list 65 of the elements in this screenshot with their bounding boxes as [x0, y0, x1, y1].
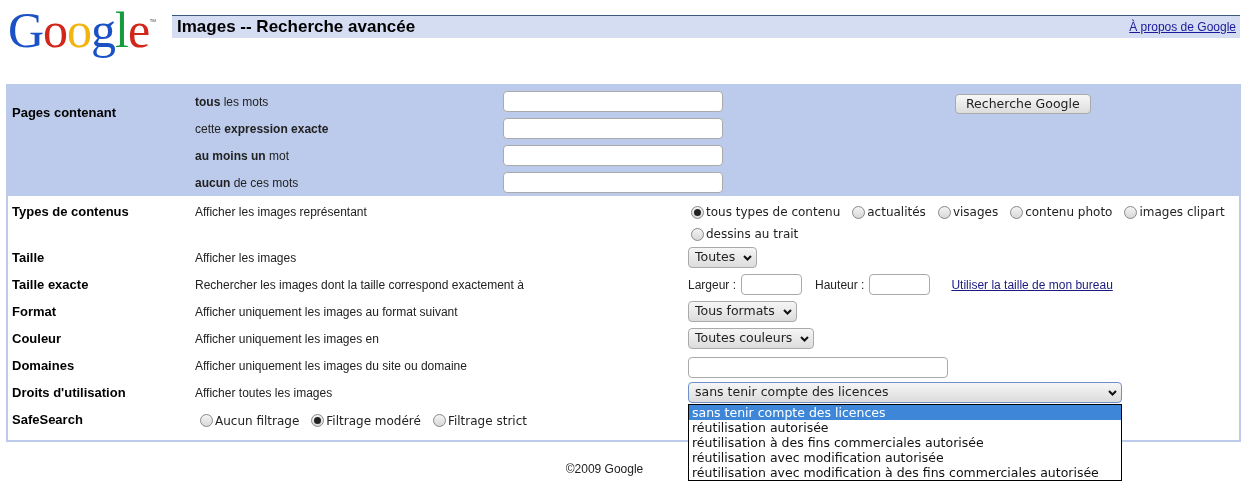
radio-button[interactable]: [937, 205, 951, 219]
radio-option[interactable]: Filtrage modéré: [311, 414, 421, 427]
dropdown-select[interactable]: sans tenir compte des licences: [688, 382, 1122, 403]
chevron-down-icon: [743, 254, 753, 261]
row-label: Couleur: [11, 330, 63, 348]
width-label: Largeur :: [688, 276, 737, 294]
text-field[interactable]: [503, 145, 723, 166]
radio-option[interactable]: dessins au trait: [691, 225, 799, 243]
dropdown-option[interactable]: réutilisation autorisée: [689, 420, 1121, 435]
chevron-down-icon: [1108, 389, 1117, 396]
radio-option[interactable]: tous types de contenu: [691, 203, 841, 221]
text-field[interactable]: [741, 274, 803, 295]
dropdown-option[interactable]: réutilisation avec modification autorisée: [689, 450, 1121, 465]
radio-button[interactable]: [691, 227, 704, 241]
radio-button[interactable]: [311, 414, 325, 427]
radio-button[interactable]: [852, 205, 866, 219]
text-field[interactable]: [688, 356, 948, 378]
row-label: Domaines: [11, 357, 76, 375]
row-label: Droits d'utilisation: [11, 384, 127, 402]
section-label: Pages contenant: [11, 104, 118, 122]
field-label: aucun de ces mots: [195, 174, 300, 192]
row-label: Taille: [11, 249, 46, 267]
text-field[interactable]: [503, 172, 723, 193]
search-button[interactable]: Recherche Google: [955, 94, 1091, 114]
radio-option[interactable]: Filtrage strict: [432, 414, 527, 427]
radio-option[interactable]: visages: [937, 203, 999, 221]
dropdown-option[interactable]: sans tenir compte des licences: [689, 405, 1121, 420]
dropdown-select[interactable]: Toutes couleurs: [688, 328, 815, 349]
row-description: Afficher les images représentant: [195, 204, 368, 221]
row-description: Afficher uniquement les images au format suivant: [195, 304, 459, 321]
radio-button[interactable]: [1124, 205, 1138, 219]
radio-option[interactable]: images clipart: [1124, 203, 1225, 221]
row-description: Afficher uniquement les images en: [195, 331, 380, 348]
field-label: au moins un mot: [195, 147, 290, 165]
text-field[interactable]: [503, 91, 723, 112]
text-field[interactable]: [503, 118, 723, 139]
radio-option[interactable]: Aucun filtrage: [200, 414, 300, 427]
radio-button[interactable]: [432, 414, 446, 427]
row-label: Taille exacte: [11, 276, 90, 294]
copyright-footer: ©2009 Google: [565, 460, 644, 478]
radio-button[interactable]: [691, 205, 704, 219]
row-label: SafeSearch: [11, 411, 84, 429]
chevron-down-icon: [800, 335, 810, 342]
page-title: Images -- Recherche avancée: [177, 16, 416, 39]
text-field[interactable]: [869, 274, 931, 295]
dropdown-option[interactable]: réutilisation à des fins commerciales autorisée: [689, 435, 1121, 450]
dropdown-option[interactable]: réutilisation avec modification à des fins commerciales autorisée: [689, 465, 1121, 480]
about-link[interactable]: À propos de Google: [1129, 18, 1236, 36]
radio-option[interactable]: actualités: [852, 203, 926, 221]
row-description: Afficher les images: [195, 250, 298, 267]
field-label: tous les mots: [195, 93, 270, 111]
radio-button[interactable]: [200, 414, 213, 427]
row-description: Afficher toutes les images: [195, 385, 334, 402]
dropdown-select[interactable]: Tous formats: [688, 301, 797, 322]
radio-button[interactable]: [1010, 205, 1024, 219]
row-label: Types de contenus: [11, 203, 130, 221]
chevron-down-icon: [782, 308, 792, 315]
dropdown-select[interactable]: Toutes: [688, 247, 758, 268]
row-label: Format: [11, 303, 58, 321]
height-label: Hauteur :: [815, 276, 865, 294]
field-label: cette expression exacte: [195, 120, 330, 138]
desktop-size-link[interactable]: Utiliser la taille de mon bureau: [951, 275, 1113, 294]
row-description: Afficher uniquement les images du site ou domaine: [195, 358, 468, 375]
row-description: Rechercher les images dont la taille correspond exactement à: [195, 277, 525, 294]
radio-option[interactable]: contenu photo: [1010, 203, 1113, 221]
